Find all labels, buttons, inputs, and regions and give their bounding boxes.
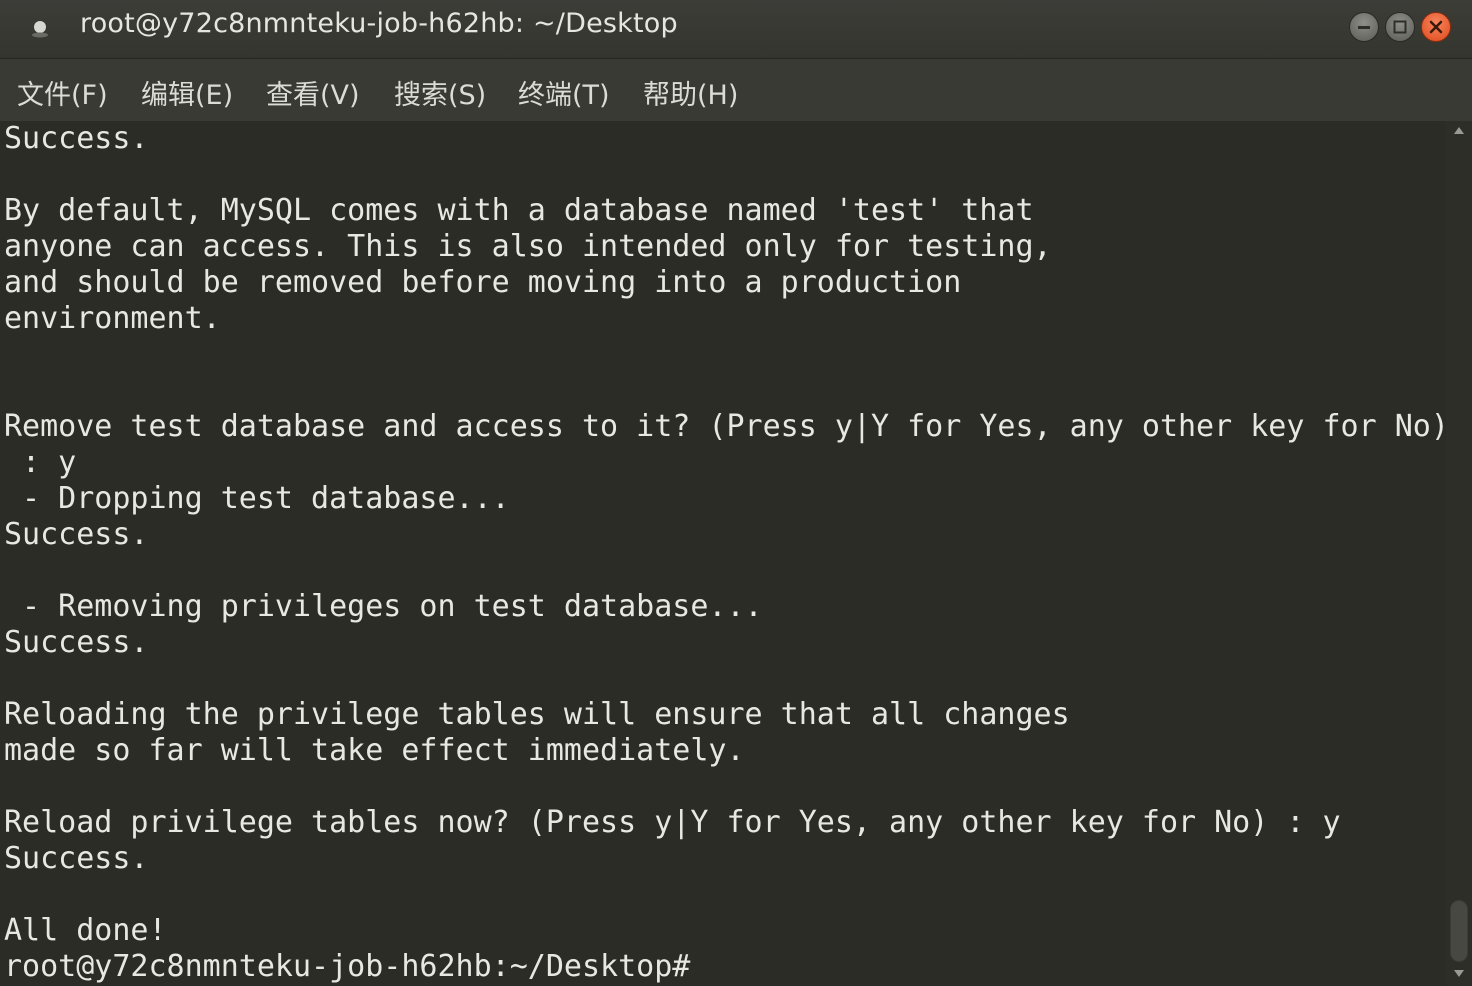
menu-view[interactable]: 查看(V) [266, 73, 360, 112]
terminal-line: Reloading the privilege tables will ensu… [4, 697, 1070, 732]
terminal-line: - Dropping test database... [4, 481, 510, 516]
scroll-down-arrow-icon[interactable] [1451, 966, 1467, 980]
terminal-window: root@y72c8nmnteku-job-h62hb: ~/Desktop 文… [0, 0, 1472, 986]
terminal-output[interactable]: Success. By default, MySQL comes with a … [0, 121, 1446, 986]
terminal-line: and should be removed before moving into… [4, 265, 962, 300]
terminal-line: Success. [4, 121, 149, 156]
terminal-line: Reload privilege tables now? (Press y|Y … [4, 805, 1341, 840]
terminal-line: - Removing privileges on test database..… [4, 589, 763, 624]
terminal-line: environment. [4, 301, 221, 336]
close-icon [1429, 20, 1443, 34]
terminal-line: Success. [4, 625, 149, 660]
terminal-line: made so far will take effect immediately… [4, 733, 745, 768]
terminal-line: Remove test database and access to it? (… [4, 409, 1446, 444]
menu-help[interactable]: 帮助(H) [643, 73, 738, 112]
vertical-scrollbar[interactable] [1446, 121, 1472, 986]
menu-file[interactable]: 文件(F) [17, 73, 108, 112]
terminal-line: Success. [4, 517, 149, 552]
close-button[interactable] [1421, 12, 1451, 42]
window-title: root@y72c8nmnteku-job-h62hb: ~/Desktop [80, 8, 678, 39]
terminal-line: anyone can access. This is also intended… [4, 229, 1052, 264]
maximize-button[interactable] [1385, 12, 1415, 42]
terminal-line: By default, MySQL comes with a database … [4, 193, 1034, 228]
maximize-icon [1393, 20, 1407, 34]
terminal-line: Success. [4, 841, 149, 876]
title-bar[interactable]: root@y72c8nmnteku-job-h62hb: ~/Desktop [0, 0, 1472, 59]
terminal-line: : y [4, 445, 77, 480]
menu-search[interactable]: 搜索(S) [394, 73, 486, 112]
menu-bar: 文件(F) 编辑(E) 查看(V) 搜索(S) 终端(T) 帮助(H) [0, 59, 1472, 121]
terminal-line: All done! [4, 913, 167, 948]
menu-edit[interactable]: 编辑(E) [141, 73, 233, 112]
minimize-icon [1358, 26, 1370, 29]
menu-terminal[interactable]: 终端(T) [518, 73, 610, 112]
terminal-app-icon [30, 18, 50, 38]
minimize-button[interactable] [1349, 12, 1379, 42]
scroll-up-arrow-icon[interactable] [1451, 124, 1467, 138]
terminal-prompt: root@y72c8nmnteku-job-h62hb:~/Desktop# [4, 949, 691, 984]
scrollbar-thumb[interactable] [1450, 900, 1468, 962]
